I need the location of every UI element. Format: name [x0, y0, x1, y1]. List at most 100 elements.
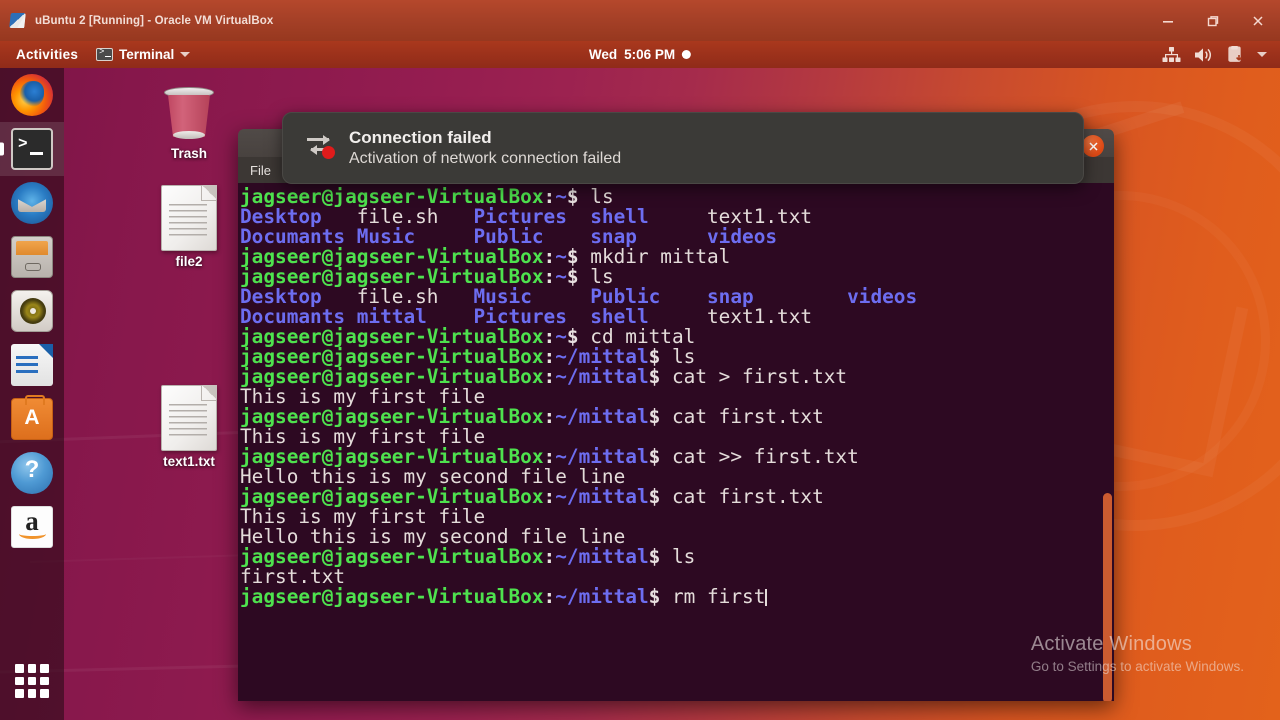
- notification-popup[interactable]: Connection failed Activation of network …: [282, 112, 1084, 184]
- prompt-dollar: $: [648, 365, 672, 388]
- prompt-path: ~/mittal: [555, 545, 649, 568]
- desktop-icon-text1[interactable]: text1.txt: [141, 385, 237, 469]
- notification-body: Activation of network connection failed: [349, 150, 622, 167]
- minimize-icon[interactable]: [1145, 0, 1190, 41]
- amazon-icon: [11, 506, 53, 548]
- software-updates-icon[interactable]: [1227, 46, 1244, 63]
- close-icon[interactable]: [1235, 0, 1280, 41]
- prompt-dollar: $: [648, 585, 672, 608]
- terminal-output: jagseer@jagseer-VirtualBox:~$ ls Desktop …: [238, 183, 1114, 607]
- firefox-icon: [11, 74, 53, 116]
- prompt-colon: :: [543, 585, 556, 608]
- app-menu-terminal[interactable]: Terminal: [88, 41, 198, 68]
- desktop-icon-file2[interactable]: file2: [141, 185, 237, 269]
- prompt-dollar: $: [648, 485, 672, 508]
- dock-item-help[interactable]: [0, 446, 64, 500]
- terminal-line: jagseer@jagseer-VirtualBox:~/mittal$ cat…: [240, 487, 1114, 507]
- document-icon: [161, 185, 217, 251]
- prompt-dollar: $: [648, 545, 672, 568]
- dock-item-firefox[interactable]: [0, 68, 64, 122]
- restore-icon[interactable]: [1190, 0, 1235, 41]
- prompt-user: jagseer@jagseer-VirtualBox: [240, 585, 544, 608]
- activities-button[interactable]: Activities: [0, 41, 88, 68]
- terminal-line: jagseer@jagseer-VirtualBox:~/mittal$ ls: [240, 547, 1114, 567]
- panel-clock[interactable]: Wed 5:06 PM: [588, 47, 692, 62]
- terminal-line: Desktop file.sh Pictures shell text1.txt: [240, 207, 1114, 227]
- terminal-window: File Edit View Search Terminal Help jags…: [238, 129, 1114, 701]
- trash-icon: [160, 85, 218, 143]
- terminal-command: rm first: [671, 585, 766, 608]
- prompt-colon: :: [543, 485, 556, 508]
- desktop-icon-trash[interactable]: Trash: [141, 85, 237, 161]
- terminal-command: cat > first.txt: [671, 365, 848, 388]
- files-icon: [11, 236, 53, 278]
- volume-icon[interactable]: [1194, 47, 1214, 63]
- chevron-down-icon: [180, 52, 191, 57]
- ls-entry: videos: [847, 285, 918, 308]
- terminal-icon: [11, 128, 53, 170]
- terminal-line: Documants Music Public snap videos: [240, 227, 1114, 247]
- ls-entry: text1.txt: [707, 305, 848, 328]
- show-applications-button[interactable]: [0, 654, 64, 708]
- terminal-line: jagseer@jagseer-VirtualBox:~$ mkdir mitt…: [240, 247, 1114, 267]
- clock-day: Wed: [588, 47, 618, 62]
- prompt-colon: :: [543, 545, 556, 568]
- terminal-line: This is my first file: [240, 387, 1114, 407]
- vbox-titlebar: uBuntu 2 [Running] - Oracle VM VirtualBo…: [0, 0, 1280, 41]
- app-menu-label: Terminal: [119, 47, 175, 62]
- terminal-command: cat >> first.txt: [671, 445, 859, 468]
- dock-item-rhythmbox[interactable]: [0, 284, 64, 338]
- close-icon[interactable]: [1082, 135, 1104, 157]
- record-dot-icon: [682, 50, 692, 59]
- virtualbox-logo-icon: [9, 12, 27, 30]
- gnome-top-panel: Activities Terminal Wed 5:06 PM: [0, 41, 1280, 68]
- terminal-scrollbar[interactable]: [1103, 493, 1112, 701]
- dock-item-thunderbird[interactable]: [0, 176, 64, 230]
- desktop-icon-label: file2: [175, 254, 203, 269]
- desktop-icon-label: Trash: [170, 146, 208, 161]
- vbox-window-buttons: [1145, 0, 1280, 41]
- network-connection-failed-icon: [305, 134, 335, 161]
- thunderbird-icon: [11, 182, 53, 224]
- terminal-icon: [96, 47, 114, 61]
- terminal-line: Hello this is my second file line: [240, 527, 1114, 547]
- terminal-line: jagseer@jagseer-VirtualBox:~$ cd mittal: [240, 327, 1114, 347]
- dock-item-writer[interactable]: [0, 338, 64, 392]
- notification-texts: Connection failed Activation of network …: [349, 128, 621, 168]
- dock-item-files[interactable]: [0, 230, 64, 284]
- chevron-down-icon[interactable]: [1257, 52, 1267, 57]
- terminal-line: jagseer@jagseer-VirtualBox:~/mittal$ cat…: [240, 407, 1114, 427]
- terminal-line: jagseer@jagseer-VirtualBox:~/mittal$ ls: [240, 347, 1114, 367]
- terminal-cursor: [765, 589, 768, 606]
- ubuntu-software-icon: [11, 395, 53, 440]
- prompt-dollar: $: [648, 405, 672, 428]
- menu-item-file[interactable]: File: [250, 163, 271, 178]
- prompt-path: ~/mittal: [555, 485, 649, 508]
- terminal-command: cat first.txt: [671, 405, 824, 428]
- dock-item-amazon[interactable]: [0, 500, 64, 554]
- unity-launcher: [0, 68, 64, 720]
- guest-desktop: Activities Terminal Wed 5:06 PM: [0, 41, 1280, 720]
- panel-tray: [1162, 46, 1280, 63]
- network-icon[interactable]: [1162, 47, 1181, 62]
- terminal-line: Documants mittal Pictures shell text1.tx…: [240, 307, 1114, 327]
- help-icon: [11, 452, 53, 494]
- desktop-icon-label: text1.txt: [163, 454, 215, 469]
- rhythmbox-icon: [11, 290, 53, 332]
- terminal-body[interactable]: jagseer@jagseer-VirtualBox:~$ ls Desktop …: [238, 183, 1114, 701]
- dock-item-software[interactable]: [0, 392, 64, 446]
- terminal-line: jagseer@jagseer-VirtualBox:~$ ls: [240, 267, 1114, 287]
- screen: uBuntu 2 [Running] - Oracle VM VirtualBo…: [0, 0, 1280, 720]
- terminal-line: Hello this is my second file line: [240, 467, 1114, 487]
- terminal-line: This is my first file: [240, 427, 1114, 447]
- terminal-line: This is my first file: [240, 507, 1114, 527]
- document-icon: [161, 385, 217, 451]
- prompt-path: ~/mittal: [555, 405, 649, 428]
- prompt-colon: :: [543, 405, 556, 428]
- prompt-path: ~/mittal: [555, 365, 649, 388]
- terminal-command: cat first.txt: [671, 485, 824, 508]
- prompt-path: ~/mittal: [555, 585, 649, 608]
- dock-item-terminal[interactable]: [0, 122, 64, 176]
- clock-time: 5:06 PM: [624, 47, 676, 62]
- terminal-line: jagseer@jagseer-VirtualBox:~/mittal$ cat…: [240, 447, 1114, 467]
